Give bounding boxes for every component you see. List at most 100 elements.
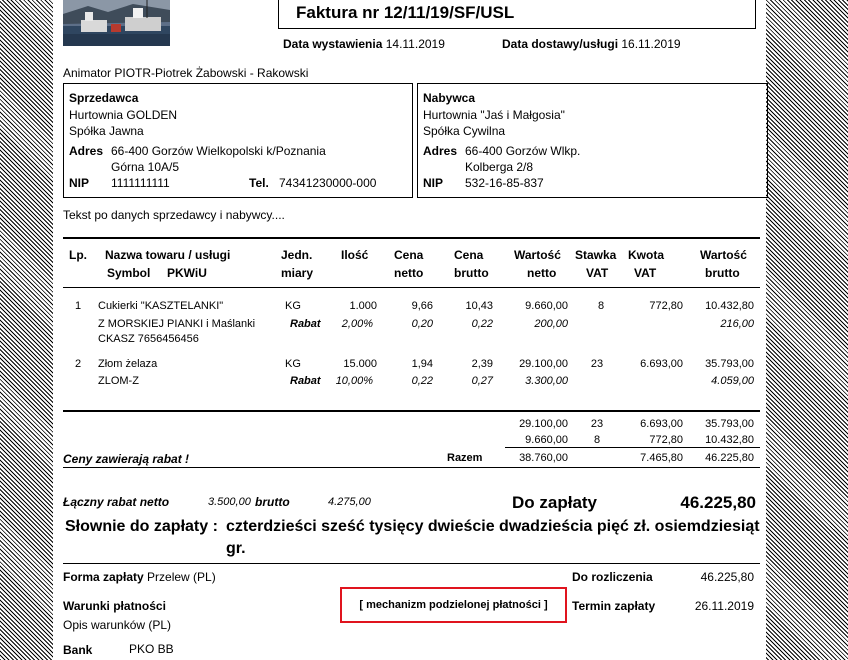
row2-rabat-net-value: 3.300,00 [525, 375, 568, 387]
terms-description: Opis warunków (PL) [63, 618, 172, 632]
col-vat-amount-2: VAT [634, 266, 657, 280]
col-lp: Lp. [69, 248, 87, 262]
terms-label: Warunki płatności [63, 599, 166, 613]
summary1-rate: 23 [590, 418, 604, 430]
seller-heading: Sprzedawca [69, 91, 139, 105]
buyer-nip-label: NIP [423, 176, 444, 190]
summary2-vat: 772,80 [649, 434, 683, 446]
seller-name: Hurtownia GOLDEN [69, 108, 178, 122]
row1-gross-price: 10,43 [465, 300, 493, 312]
row1-net-value: 9.660,00 [525, 300, 568, 312]
row2-name: Złom żelaza [98, 358, 158, 370]
words-line2: gr. [226, 540, 246, 557]
payment-form-label: Forma zapłaty [63, 570, 144, 584]
seller-tel-label: Tel. [249, 176, 269, 190]
seller-tel: 74341230000-000 [279, 176, 377, 190]
settle-label: Do rozliczenia [572, 570, 653, 584]
invoice-page: Faktura nr 12/11/19/SF/USL Data wystawie… [53, 0, 768, 660]
row2-vat-rate: 23 [590, 358, 604, 370]
col-gross-price-2: brutto [454, 266, 489, 280]
total-label: Razem [447, 452, 483, 464]
row2-rabat-label: Rabat [290, 375, 321, 387]
words-label: Słownie do zapłaty : [65, 518, 218, 535]
row2-rabat-pct: 10,00% [335, 375, 373, 387]
summary-rule [505, 447, 760, 448]
row1-rabat-gross-value: 216,00 [720, 318, 754, 330]
col-gross-price: Cena [454, 248, 484, 262]
row1-net-price: 9,66 [411, 300, 433, 312]
row2-net-price: 1,94 [411, 358, 433, 370]
table-bottom-rule [63, 410, 760, 412]
split-payment-text: [ mechanizm podzielonej płatności ] [359, 599, 548, 611]
row2-rabat-net-price: 0,22 [411, 375, 433, 387]
summary1-gross: 35.793,00 [705, 418, 754, 430]
summary-bottom-rule [63, 467, 760, 468]
row1-rabat-label: Rabat [290, 318, 321, 330]
row1-name-cont: Z MORSKIEJ PIANKI i Maślanki [98, 318, 256, 330]
col-gross-value: Wartość [700, 248, 747, 262]
bank-value: PKO BB [129, 642, 174, 656]
col-name: Nazwa towaru / usługi [105, 248, 231, 262]
row2-lp: 2 [75, 358, 82, 370]
buyer-company-type: Spółka Cywilna [423, 124, 506, 138]
table-header-rule [63, 287, 760, 288]
parties-note: Tekst po danych sprzedawcy i nabywcy.... [63, 208, 285, 222]
col-gross-value-2: brutto [705, 266, 740, 280]
col-unit-2: miary [281, 266, 314, 280]
due-label: Termin zapłaty [572, 599, 656, 613]
summary1-net: 29.100,00 [519, 418, 568, 430]
row1-name: Cukierki "KASZTELANKI" [98, 300, 224, 312]
payment-form-value: Przelew (PL) [147, 570, 216, 584]
col-vat-rate-2: VAT [586, 266, 609, 280]
bank-label: Bank [63, 643, 93, 657]
row1-rabat-gross-price: 0,22 [471, 318, 493, 330]
row2-unit: KG [285, 358, 301, 370]
row1-rabat-net-value: 200,00 [534, 318, 568, 330]
row1-vat-amount: 772,80 [649, 300, 683, 312]
summary1-vat: 6.693,00 [640, 418, 683, 430]
col-symbol: Symbol [107, 266, 151, 280]
seller-address-line2: Górna 10A/5 [111, 160, 180, 174]
total-vat: 7.465,80 [640, 452, 683, 464]
col-net-value-2: netto [527, 266, 557, 280]
col-net-price-2: netto [394, 266, 424, 280]
row2-rabat-gross-price: 0,27 [471, 375, 493, 387]
row2-rabat-gross-value: 4.059,00 [711, 375, 754, 387]
buyer-address-line1: 66-400 Gorzów Wlkp. [465, 144, 581, 158]
issue-date-value: 14.11.2019 [385, 37, 445, 51]
due-date: 26.11.2019 [694, 599, 754, 613]
seller-address-label: Adres [69, 144, 104, 158]
row1-qty: 1.000 [349, 300, 377, 312]
to-pay-label: Do zapłaty [512, 493, 598, 512]
col-qty: Ilość [341, 248, 369, 262]
payment-rule [63, 563, 760, 564]
row2-gross-price: 2,39 [471, 358, 493, 370]
seller-nip-label: NIP [69, 176, 90, 190]
row2-net-value: 29.100,00 [519, 358, 568, 370]
total-gross: 46.225,80 [705, 452, 754, 464]
row1-unit: KG [285, 300, 301, 312]
invoice-title: Faktura nr 12/11/19/SF/USL [296, 3, 515, 22]
seller-address-line1: 66-400 Gorzów Wielkopolski k/Poznania [111, 144, 326, 158]
delivery-date-value: 16.11.2019 [621, 37, 681, 51]
row1-symbol: CKASZ 7656456456 [98, 333, 199, 345]
to-pay-amount: 46.225,80 [680, 493, 756, 512]
row1-rabat-net-price: 0,20 [411, 318, 433, 330]
summary2-gross: 10.432,80 [705, 434, 754, 446]
col-net-value: Wartość [514, 248, 561, 262]
row2-qty: 15.000 [343, 358, 377, 370]
settle-value: 46.225,80 [700, 570, 754, 584]
total-discount-label: Łączny rabat netto [63, 495, 170, 509]
words-line1: czterdzieści sześć tysięcy dwieście dwad… [226, 518, 760, 535]
row1-vat-rate: 8 [597, 300, 605, 312]
row1-gross-value: 10.432,80 [705, 300, 754, 312]
seller-nip: 1111111111 [111, 176, 170, 190]
row2-symbol: ZLOM-Z [98, 375, 139, 387]
issue-date-label: Data wystawienia [283, 37, 383, 51]
summary2-net: 9.660,00 [525, 434, 568, 446]
row2-vat-amount: 6.693,00 [640, 358, 683, 370]
discount-note: Ceny zawierają rabat ! [63, 452, 190, 466]
col-net-price: Cena [394, 248, 424, 262]
issue-date-line: Data wystawienia 14.11.2019 [283, 37, 445, 51]
brutto-label: brutto [255, 495, 290, 509]
